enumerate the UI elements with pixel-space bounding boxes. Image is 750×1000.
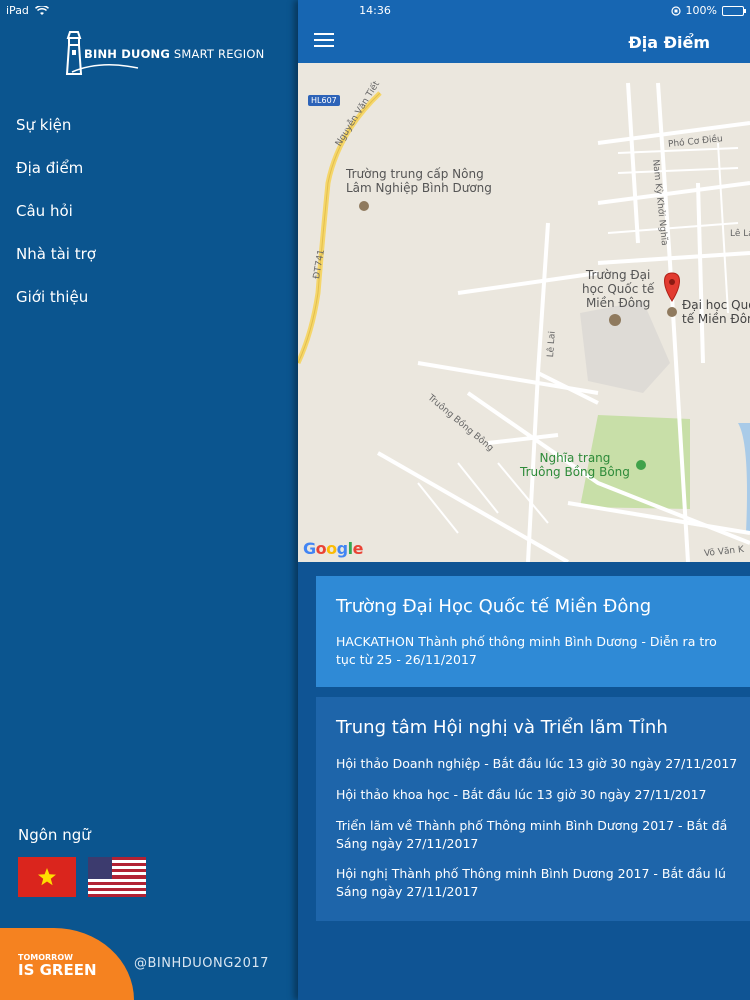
- logo-swoosh: [71, 64, 139, 73]
- social-handle: @BINHDUONG2017: [134, 956, 269, 971]
- logo: BINH DUONG SMART REGION: [62, 28, 264, 80]
- hamburger-icon: [314, 33, 334, 35]
- event-line: HACKATHON Thành phố thông minh Bình Dươn…: [336, 634, 717, 649]
- event-line: Hội thảo khoa học - Bắt đầu lúc 13 giờ 3…: [336, 787, 707, 802]
- event-line: Sáng ngày 27/11/2017: [336, 836, 479, 851]
- map-view[interactable]: HL607 Nguyễn Văn Tiết ĐT741 Phó Cơ Điều …: [298, 63, 750, 562]
- sidebar: BINH DUONG SMART REGION Sự kiện Địa điểm…: [0, 0, 298, 1000]
- sidebar-item-about[interactable]: Giới thiệu: [16, 276, 96, 319]
- card-title: Trường Đại Học Quốc tế Miền Đông: [336, 596, 652, 617]
- wifi-icon: [34, 5, 49, 15]
- event-line: Triển lãm về Thành phố Thông minh Bình D…: [336, 818, 728, 833]
- map-place-cemetery: Nghĩa trang Truông Bồng Bông: [520, 451, 630, 479]
- logo-text: BINH DUONG SMART REGION: [84, 47, 265, 61]
- card-title: Trung tâm Hội nghị và Triển lãm Tỉnh: [336, 717, 668, 738]
- sidebar-item-questions[interactable]: Câu hỏi: [16, 190, 96, 233]
- event-line: tục từ 25 - 26/11/2017: [336, 652, 477, 667]
- tomorrow-is-green-logo: TOMORROW IS GREEN: [0, 928, 134, 1000]
- star-icon: [38, 868, 56, 886]
- location-pin-icon[interactable]: [664, 272, 680, 302]
- menu-button[interactable]: [314, 33, 336, 49]
- event-line: Sáng ngày 27/11/2017: [336, 884, 479, 899]
- status-bar: iPad 14:36 100%: [0, 0, 750, 22]
- orientation-lock-icon: [670, 5, 681, 16]
- road-badge: HL607: [308, 95, 340, 106]
- status-time: 14:36: [359, 4, 391, 17]
- language-label: Ngôn ngữ: [18, 826, 91, 844]
- sidebar-item-sponsors[interactable]: Nhà tài trợ: [16, 233, 96, 276]
- usa-flag-button[interactable]: [88, 857, 146, 897]
- event-line: Hội thảo Doanh nghiệp - Bắt đầu lúc 13 g…: [336, 756, 738, 771]
- sidebar-item-locations[interactable]: Địa điểm: [16, 147, 96, 190]
- battery-percent: 100%: [685, 4, 717, 17]
- road-label: Lê Lai: [730, 229, 750, 239]
- road-label: Lê Lai: [546, 330, 558, 358]
- map-place-marker-label: Đại học Quố tế Miền Đôn: [682, 298, 750, 326]
- battery-icon: [722, 5, 746, 16]
- sidebar-item-events[interactable]: Sự kiện: [16, 104, 96, 147]
- google-logo: Google: [303, 539, 363, 558]
- sidebar-nav: Sự kiện Địa điểm Câu hỏi Nhà tài trợ Giớ…: [16, 104, 96, 319]
- vietnam-flag-button[interactable]: [18, 857, 76, 897]
- map-place-school: Trường trung cấp Nông Lâm Nghiệp Bình Dư…: [346, 167, 492, 195]
- page-title: Địa Điểm: [628, 33, 710, 52]
- language-flags: [18, 857, 146, 897]
- device-name: iPad: [6, 4, 29, 17]
- location-card[interactable]: Trung tâm Hội nghị và Triển lãm Tỉnh Hội…: [316, 697, 750, 921]
- main-panel: Địa Điểm HL607 Nguyễn Văn Tiết ĐT741 Phó…: [298, 0, 750, 1000]
- location-card[interactable]: Trường Đại Học Quốc tế Miền Đông HACKATH…: [316, 576, 750, 687]
- map-place-university: Trường Đại học Quốc tế Miền Đông: [582, 268, 655, 310]
- event-line: Hội nghị Thành phố Thông minh Bình Dương…: [336, 866, 726, 881]
